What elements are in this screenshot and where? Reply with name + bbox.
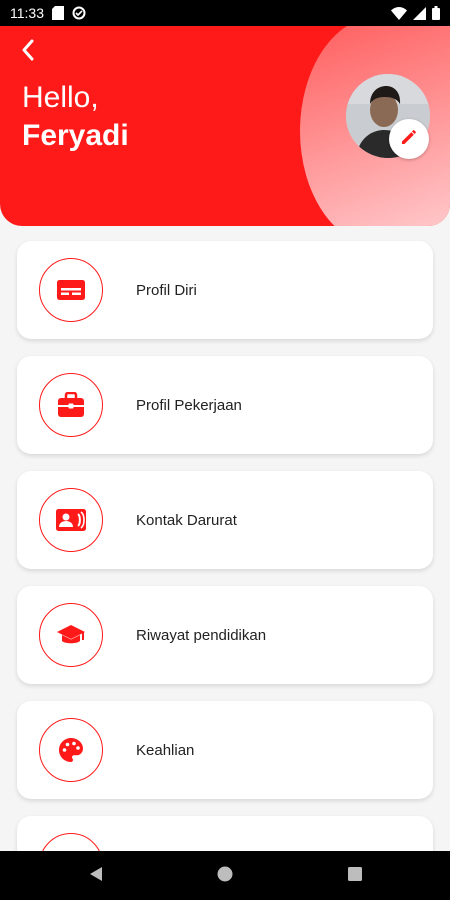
menu-item-label: Riwayat pendidikan	[136, 626, 267, 644]
id-card-icon	[39, 258, 103, 322]
status-bar: 11:33	[0, 0, 450, 26]
palette-icon	[39, 718, 103, 782]
menu-item-label: Profil Diri	[136, 281, 197, 299]
recents-square-icon	[348, 866, 362, 886]
menu-item-label: Profil Pekerjaan	[136, 396, 242, 414]
back-button[interactable]	[14, 38, 42, 66]
user-name: Feryadi	[22, 119, 129, 152]
menu-item-profil-pekerjaan[interactable]: Profil Pekerjaan	[17, 356, 433, 454]
chevron-left-icon	[21, 39, 35, 66]
nav-home-button[interactable]	[213, 864, 237, 888]
contact-phone-icon	[39, 488, 103, 552]
wifi-icon	[391, 6, 407, 20]
menu-item-label: Keahlian	[136, 741, 195, 759]
battery-icon	[432, 6, 440, 20]
home-circle-icon	[217, 866, 233, 887]
menu-item-riwayat-pendidikan[interactable]: Riwayat pendidikan	[17, 586, 433, 684]
menu-item-label: Kontak Darurat	[136, 511, 237, 529]
sync-icon	[72, 6, 86, 20]
nav-back-button[interactable]	[84, 864, 108, 888]
edit-avatar-button[interactable]	[389, 119, 429, 159]
signal-icon	[413, 6, 426, 20]
menu-item-profil-diri[interactable]: Profil Diri	[17, 241, 433, 339]
profile-header: Hello, Feryadi	[0, 26, 450, 226]
menu-item-kontak-darurat[interactable]: Kontak Darurat	[17, 471, 433, 569]
status-time: 11:33	[10, 5, 44, 21]
system-nav-bar	[0, 851, 450, 900]
sd-card-icon	[52, 6, 64, 20]
greeting-text: Hello,	[22, 81, 99, 114]
nav-recents-button[interactable]	[343, 864, 367, 888]
graduation-cap-icon	[39, 603, 103, 667]
briefcase-icon	[39, 373, 103, 437]
pencil-icon	[400, 128, 418, 151]
menu-item-keahlian[interactable]: Keahlian	[17, 701, 433, 799]
back-triangle-icon	[89, 866, 103, 887]
